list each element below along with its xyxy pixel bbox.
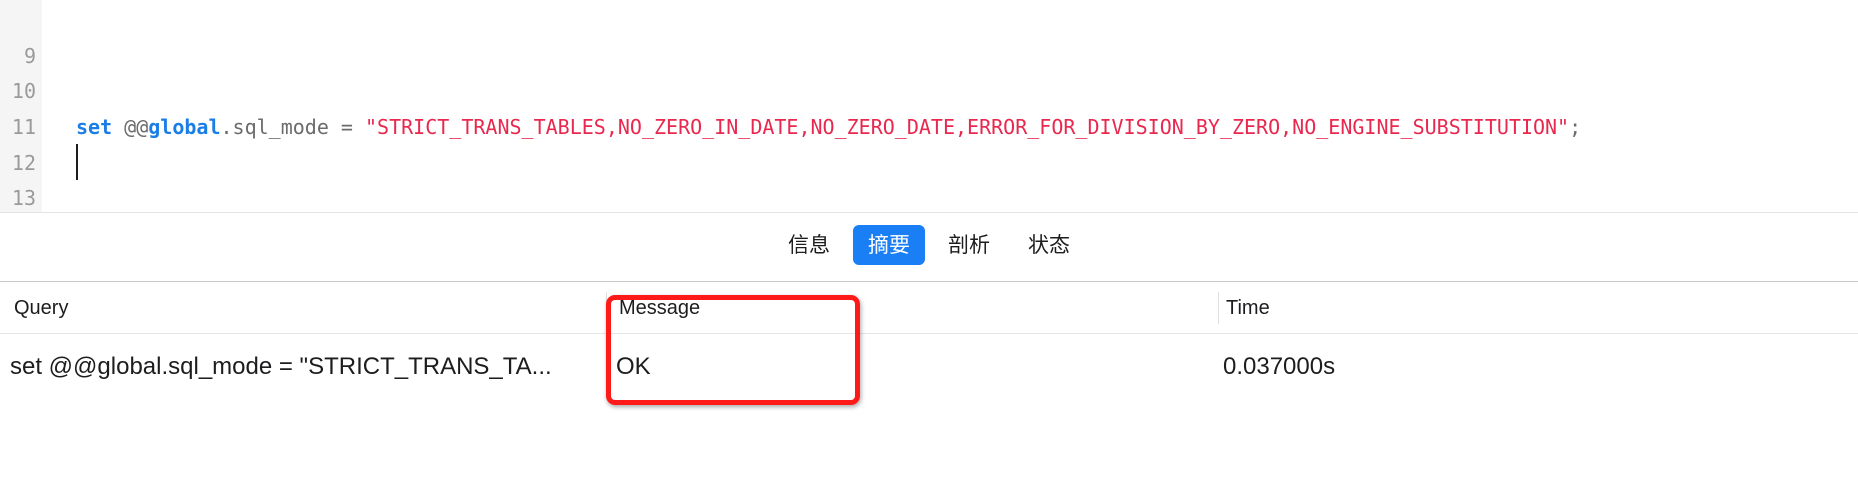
result-table: Query Message Time set @@global.sql_mode… xyxy=(0,282,1858,400)
code-line-13: 13 xyxy=(0,144,1858,210)
line-number: 13 xyxy=(11,186,36,210)
column-resize-handle[interactable] xyxy=(1218,292,1219,324)
cell-query: set @@global.sql_mode = "STRICT_TRANS_TA… xyxy=(10,353,552,380)
text-cursor xyxy=(76,144,78,180)
tab-profile[interactable]: 剖析 xyxy=(933,225,1005,265)
column-header-time[interactable]: Time xyxy=(1226,282,1270,334)
table-header: Query Message Time xyxy=(0,282,1858,334)
code-line-11: 11 xyxy=(0,73,1858,139)
result-tabs: 信息 摘要 剖析 状态 xyxy=(0,224,1858,266)
sql-editor[interactable]: 9 10 set @@global.sql_mode = "STRICT_TRA… xyxy=(0,0,1858,213)
tab-summary[interactable]: 摘要 xyxy=(853,225,925,265)
code-line-12: 12 xyxy=(0,109,1858,175)
code-line-9: 9 xyxy=(0,2,1858,68)
table-row[interactable]: set @@global.sql_mode = "STRICT_TRANS_TA… xyxy=(0,334,1858,400)
cell-time: 0.037000s xyxy=(1223,353,1336,380)
tab-info[interactable]: 信息 xyxy=(773,225,845,265)
highlight-annotation xyxy=(606,295,860,405)
tab-status[interactable]: 状态 xyxy=(1013,225,1085,265)
code-line-10: 10 set @@global.sql_mode = "STRICT_TRANS… xyxy=(0,37,1858,139)
column-header-query[interactable]: Query xyxy=(14,282,68,334)
